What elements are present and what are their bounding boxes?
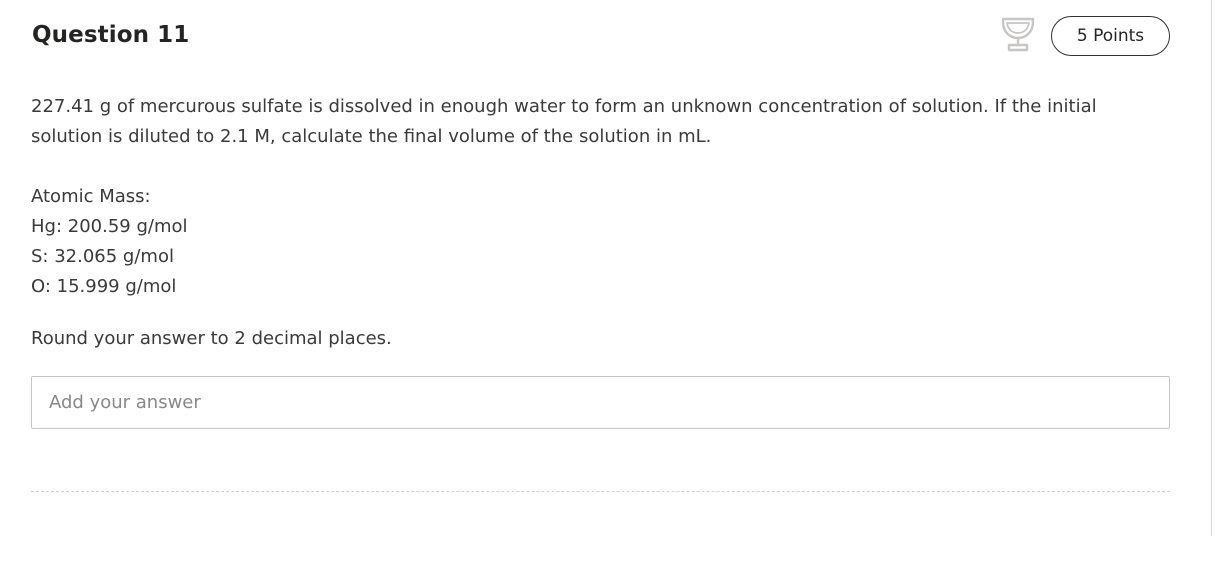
question-header: Question 11 5 Points bbox=[32, 16, 1170, 58]
trophy-icon bbox=[1000, 16, 1036, 54]
right-border-divider bbox=[1211, 0, 1212, 536]
atomic-mass-s: S: 32.065 g/mol bbox=[31, 246, 174, 267]
atomic-mass-heading: Atomic Mass: bbox=[31, 186, 151, 207]
answer-input[interactable] bbox=[31, 376, 1170, 429]
atomic-mass-o: O: 15.999 g/mol bbox=[31, 276, 177, 297]
atomic-mass-hg: Hg: 200.59 g/mol bbox=[31, 216, 188, 237]
question-prompt: 227.41 g of mercurous sulfate is dissolv… bbox=[31, 96, 1097, 147]
question-card: Question 11 5 Points 227.41 g of mercuro… bbox=[0, 0, 1227, 588]
rounding-instruction: Round your answer to 2 decimal places. bbox=[31, 328, 392, 349]
question-divider bbox=[31, 491, 1170, 492]
question-title: Question 11 bbox=[32, 22, 190, 48]
question-body: 227.41 g of mercurous sulfate is dissolv… bbox=[31, 92, 1171, 302]
points-badge: 5 Points bbox=[1051, 16, 1170, 56]
